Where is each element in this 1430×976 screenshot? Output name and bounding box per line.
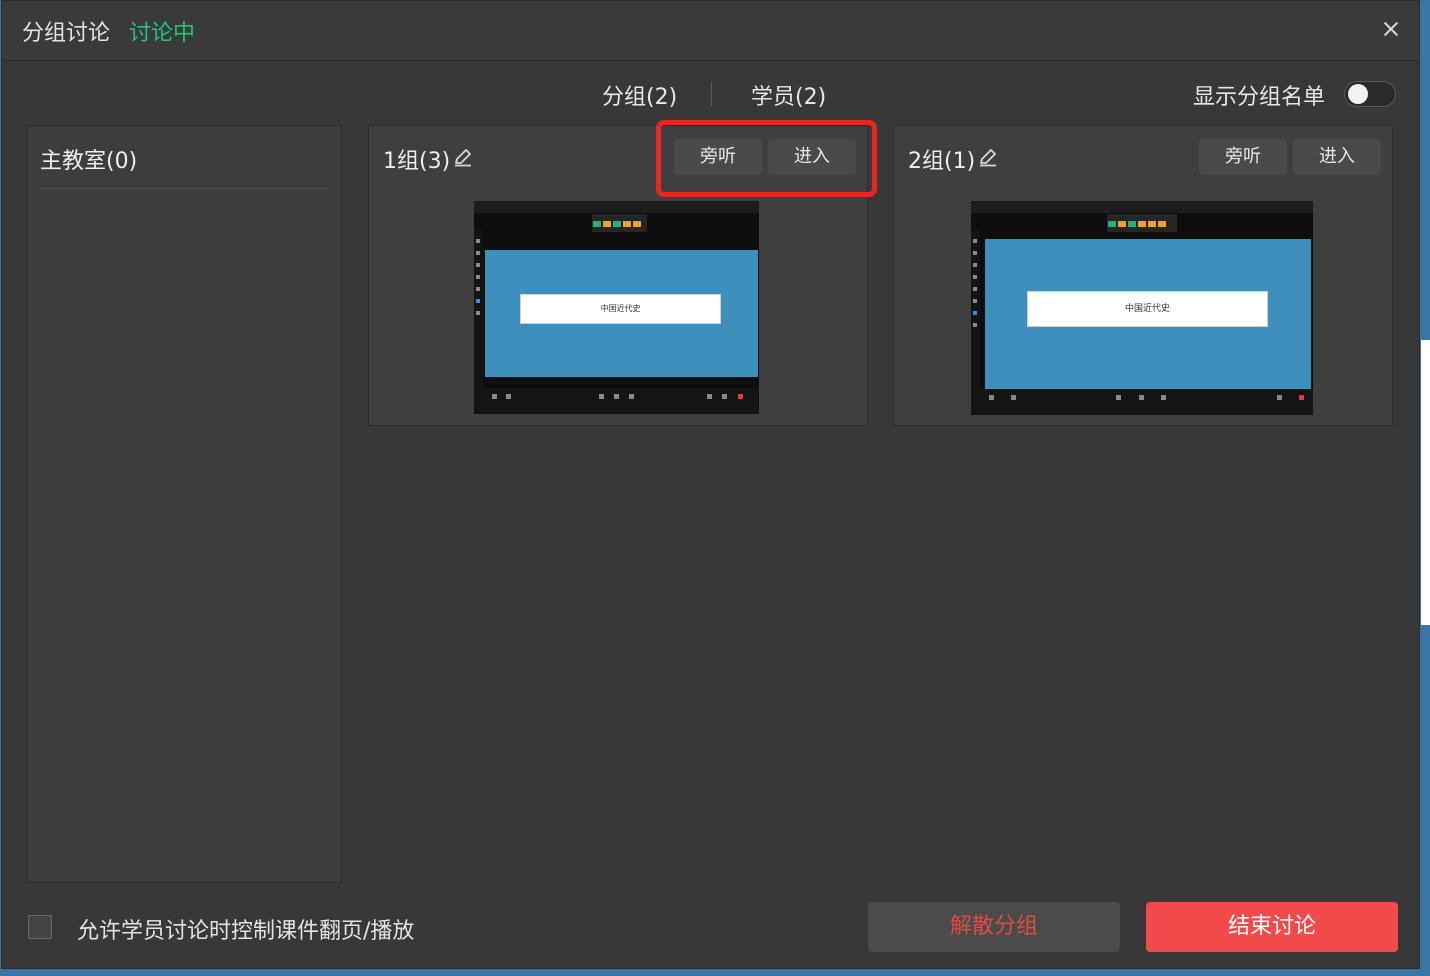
- group-name: 1组(3): [383, 149, 451, 174]
- main-classroom-title: 主教室(0): [40, 149, 138, 174]
- preview-bottombar: [971, 389, 1313, 415]
- background-window-edge: [1421, 340, 1430, 625]
- preview-toolbar: [592, 214, 647, 232]
- allow-control-label: 允许学员讨论时控制课件翻页/播放: [77, 919, 415, 944]
- allow-control-checkbox[interactable]: [28, 915, 52, 939]
- group-card-2: 2组(1) 旁听 进入 中国近代史: [893, 125, 1393, 426]
- tab-divider: [711, 82, 712, 106]
- tab-groups[interactable]: 分组(2): [602, 79, 677, 111]
- preview-slide-title: 中国近代史: [1027, 291, 1268, 327]
- highlight-box: [656, 120, 877, 197]
- dissolve-groups-button[interactable]: 解散分组: [868, 902, 1120, 952]
- preview-sidebar: [971, 231, 980, 389]
- toggle-knob: [1348, 84, 1368, 104]
- edit-pencil-icon[interactable]: [978, 147, 998, 167]
- discussion-status: 讨论中: [129, 21, 196, 46]
- divider: [40, 188, 329, 189]
- dialog-title: 分组讨论: [22, 21, 111, 46]
- close-icon[interactable]: [1375, 13, 1407, 45]
- group-name: 2组(1): [908, 149, 976, 174]
- end-discussion-button[interactable]: 结束讨论: [1146, 902, 1398, 952]
- main-classroom-panel: 主教室(0): [27, 125, 342, 883]
- group-screen-preview[interactable]: 中国近代史: [474, 201, 759, 414]
- enter-button[interactable]: 进入: [1293, 139, 1381, 175]
- preview-topbar: [474, 201, 759, 213]
- preview-bottombar: [474, 388, 759, 414]
- show-roster-toggle[interactable]: [1344, 81, 1396, 107]
- preview-toolbar: [1107, 214, 1177, 232]
- breakout-discussion-dialog: 分组讨论 讨论中 分组(2) 学员(2) 显示分组名单 主教室(0) 1组(3)…: [1, 0, 1420, 969]
- edit-pencil-icon[interactable]: [453, 147, 473, 167]
- dialog-titlebar: 分组讨论 讨论中: [2, 1, 1419, 61]
- preview-slide-title: 中国近代史: [520, 294, 721, 324]
- show-roster-label: 显示分组名单: [1193, 85, 1326, 110]
- listen-button[interactable]: 旁听: [1199, 139, 1287, 175]
- group-screen-preview[interactable]: 中国近代史: [971, 201, 1313, 415]
- preview-sidebar: [474, 231, 483, 388]
- tab-students[interactable]: 学员(2): [751, 79, 826, 111]
- preview-topbar: [971, 201, 1313, 213]
